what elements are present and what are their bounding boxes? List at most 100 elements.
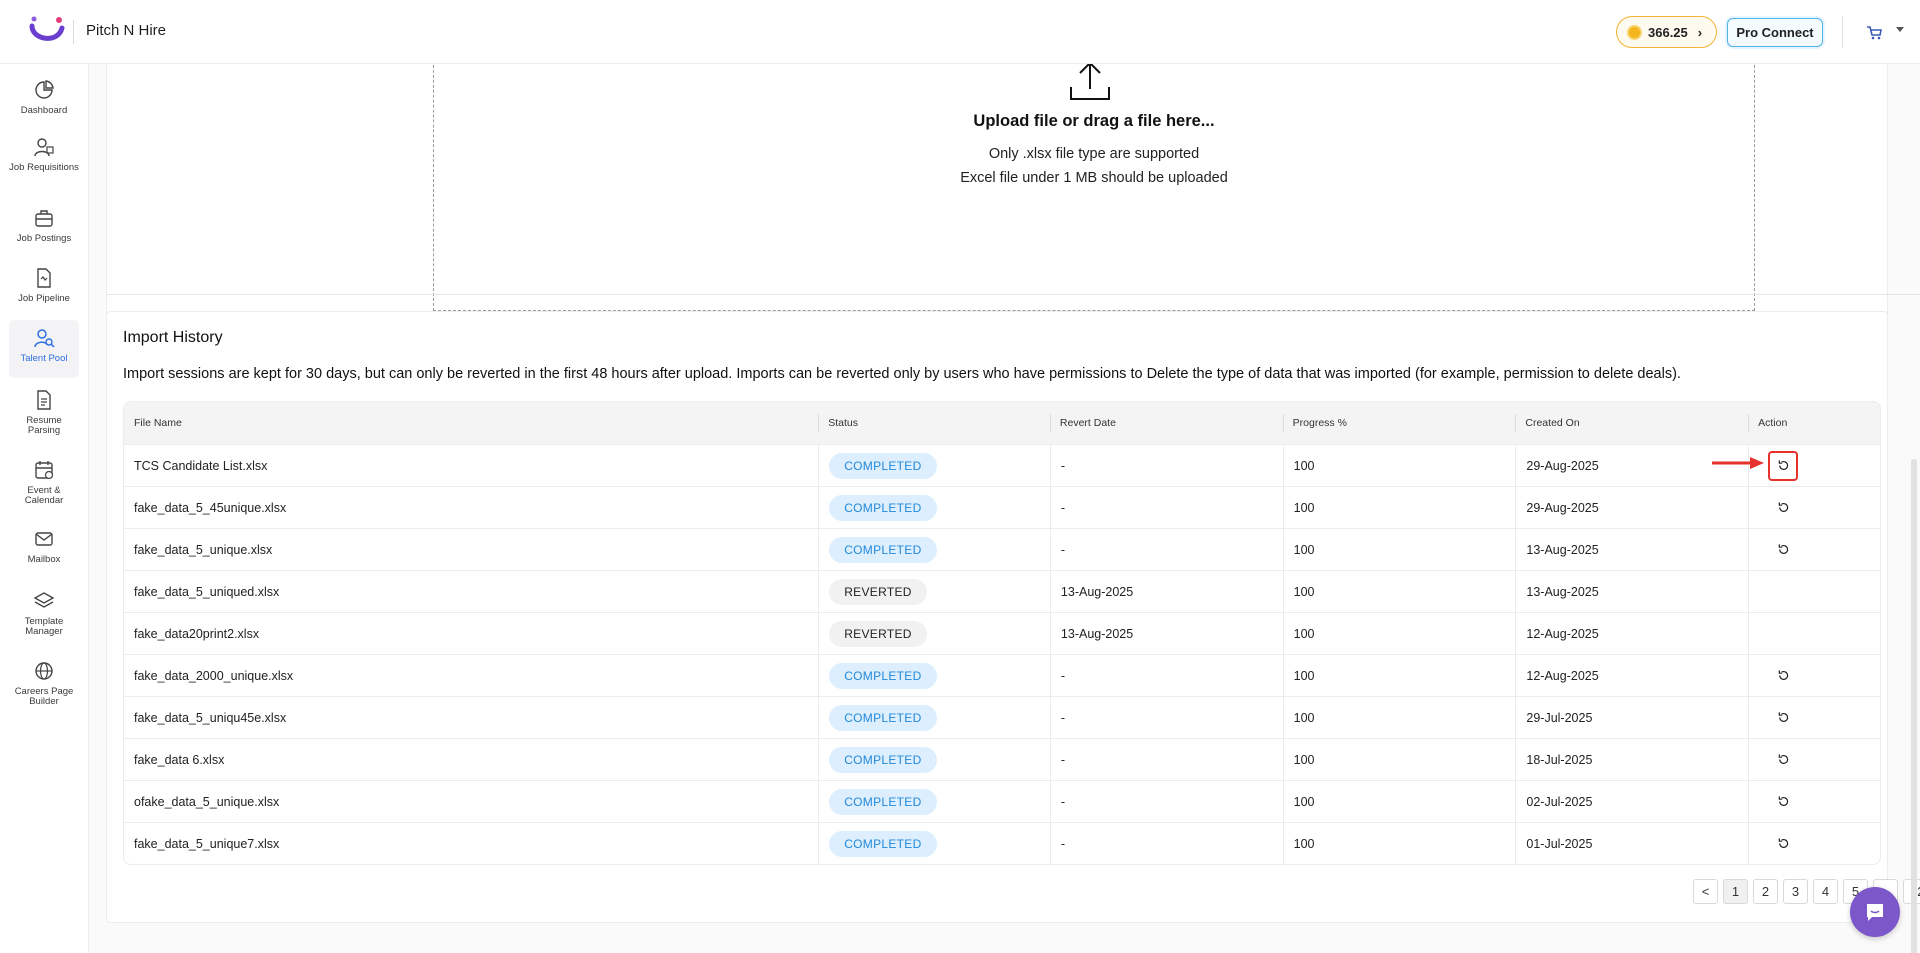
sidebar-item-job-postings[interactable]: Job Postings bbox=[9, 207, 79, 244]
status-badge: COMPLETED bbox=[829, 452, 937, 479]
revert-date-cell: 13-Aug-2025 bbox=[1049, 613, 1283, 654]
talent-pool-icon bbox=[34, 329, 55, 348]
sidebar-item-label: Job Postings bbox=[16, 233, 72, 244]
created-on-cell: 12-Aug-2025 bbox=[1515, 655, 1748, 696]
file-name-cell: fake_data_5_unique7.xlsx bbox=[134, 836, 280, 851]
import-history-title: Import History bbox=[123, 329, 223, 346]
progress-cell: 100 bbox=[1282, 487, 1516, 528]
calendar-icon bbox=[35, 461, 54, 480]
sidebar-item-label: Template Manager bbox=[24, 616, 64, 637]
brand-name: Pitch N Hire bbox=[86, 22, 167, 39]
action-cell bbox=[1748, 613, 1880, 654]
status-cell: COMPLETED bbox=[818, 697, 1050, 738]
progress-cell: 100 bbox=[1282, 739, 1516, 780]
pagination-page-2[interactable]: 2 bbox=[1753, 879, 1778, 904]
upload-note-filetype: Only .xlsx file type are supported bbox=[988, 146, 1200, 162]
created-on-cell: 12-Aug-2025 bbox=[1515, 613, 1748, 654]
status-badge: COMPLETED bbox=[829, 746, 937, 773]
page-scrollbar[interactable] bbox=[1911, 459, 1917, 953]
chevron-down-icon[interactable] bbox=[1896, 27, 1904, 32]
revert-button[interactable] bbox=[1774, 541, 1792, 559]
column-header-action: Action bbox=[1748, 402, 1880, 444]
table-row: fake_data_5_uniqu45e.xlsx COMPLETED -100 29… bbox=[124, 696, 1880, 738]
mail-icon bbox=[35, 532, 53, 546]
pagination-prev-button[interactable]: < bbox=[1693, 879, 1718, 904]
revert-button[interactable] bbox=[1774, 751, 1792, 769]
sidebar-item-event-calendar[interactable]: Event & Calendar bbox=[9, 459, 79, 506]
coin-balance-button[interactable]: 366.25 › bbox=[1616, 16, 1717, 48]
globe-icon bbox=[35, 662, 53, 680]
action-cell bbox=[1748, 529, 1880, 570]
file-name-cell: fake_data_5_uniqu45e.xlsx bbox=[134, 710, 287, 725]
revert-button[interactable] bbox=[1774, 499, 1792, 517]
logo-divider bbox=[73, 20, 74, 44]
document-icon bbox=[37, 268, 51, 288]
upload-title: Upload file or drag a file here... bbox=[973, 112, 1215, 130]
pagination-page-4[interactable]: 4 bbox=[1813, 879, 1838, 904]
revert-icon bbox=[1778, 544, 1788, 554]
resume-icon bbox=[37, 390, 51, 410]
sidebar-item-template-manager[interactable]: Template Manager bbox=[9, 590, 79, 637]
sidebar-item-resume-parsing[interactable]: Resume Parsing bbox=[9, 389, 79, 436]
action-cell bbox=[1748, 655, 1880, 696]
dashboard-icon bbox=[35, 80, 54, 99]
revert-date-cell: - bbox=[1049, 697, 1283, 738]
action-cell bbox=[1748, 445, 1880, 486]
table-row: fake_data_2000_unique.xlsx COMPLETED -100 1… bbox=[124, 654, 1880, 696]
import-history-table: File Name Status Revert Date Progress % … bbox=[123, 401, 1881, 865]
chat-support-button[interactable] bbox=[1850, 887, 1900, 937]
sidebar-item-mailbox[interactable]: Mailbox bbox=[9, 528, 79, 565]
pagination-page-3[interactable]: 3 bbox=[1783, 879, 1808, 904]
created-on-cell: 02-Jul-2025 bbox=[1515, 781, 1748, 822]
status-badge: COMPLETED bbox=[829, 536, 937, 563]
sidebar-item-job-requisitions[interactable]: Job Requisitions bbox=[9, 136, 79, 173]
status-badge: COMPLETED bbox=[829, 662, 937, 689]
revert-button[interactable] bbox=[1768, 450, 1799, 481]
coin-icon bbox=[1627, 24, 1642, 40]
status-badge: COMPLETED bbox=[829, 494, 937, 521]
import-history-description: Import sessions are kept for 30 days, bu… bbox=[123, 366, 1681, 382]
progress-cell: 100 bbox=[1282, 781, 1516, 822]
file-name-cell: fake_data_5_unique.xlsx bbox=[134, 542, 273, 557]
table-row: fake_data 6.xlsx COMPLETED -100 18-Jul-2025 bbox=[124, 738, 1880, 780]
user-menu-icon[interactable] bbox=[1864, 22, 1884, 42]
progress-cell: 100 bbox=[1282, 445, 1516, 486]
table-row: ofake_data_5_unique.xlsx COMPLETED -100 02-… bbox=[124, 780, 1880, 822]
revert-icon bbox=[1778, 838, 1788, 848]
sidebar-item-label: Talent Pool bbox=[20, 353, 68, 364]
status-badge: COMPLETED bbox=[829, 788, 937, 815]
progress-cell: 100 bbox=[1282, 529, 1516, 570]
status-cell: COMPLETED bbox=[818, 487, 1050, 528]
table-row: fake_data20print2.xlsx REVERTED 13-Aug-202… bbox=[124, 612, 1880, 654]
revert-icon bbox=[1778, 502, 1788, 512]
revert-button[interactable] bbox=[1774, 709, 1792, 727]
revert-button[interactable] bbox=[1774, 835, 1792, 853]
revert-date-cell: - bbox=[1049, 655, 1283, 696]
table-row: TCS Candidate List.xlsx COMPLETED -100 29-A… bbox=[124, 444, 1880, 486]
sidebar-item-talent-pool[interactable]: Talent Pool bbox=[9, 320, 79, 378]
revert-icon bbox=[1778, 670, 1788, 680]
pro-connect-button[interactable]: Pro Connect bbox=[1727, 18, 1823, 47]
sidebar-item-job-pipeline[interactable]: Job Pipeline bbox=[9, 267, 79, 304]
pagination-page-1[interactable]: 1 bbox=[1723, 879, 1748, 904]
file-name-cell: fake_data_2000_unique.xlsx bbox=[134, 668, 294, 683]
created-on-cell: 29-Jul-2025 bbox=[1515, 697, 1748, 738]
job-requisitions-icon bbox=[34, 138, 54, 157]
revert-date-cell: 13-Aug-2025 bbox=[1049, 571, 1283, 612]
revert-button[interactable] bbox=[1774, 667, 1792, 685]
file-dropzone[interactable]: Upload file or drag a file here... Only … bbox=[433, 64, 1755, 311]
created-on-cell: 18-Jul-2025 bbox=[1515, 739, 1748, 780]
progress-cell: 100 bbox=[1282, 571, 1516, 612]
sidebar-item-dashboard[interactable]: Dashboard bbox=[9, 79, 79, 116]
file-name-cell: fake_data 6.xlsx bbox=[134, 752, 225, 767]
created-on-cell: 13-Aug-2025 bbox=[1515, 571, 1748, 612]
sidebar-item-label: Resume Parsing bbox=[26, 415, 62, 436]
coin-balance-value: 366.25 bbox=[1648, 24, 1688, 40]
pitch-n-hire-logo[interactable] bbox=[28, 14, 66, 48]
revert-button[interactable] bbox=[1774, 793, 1792, 811]
created-on-cell: 01-Jul-2025 bbox=[1515, 823, 1748, 864]
progress-cell: 100 bbox=[1282, 823, 1516, 864]
sidebar-item-careers-page-builder[interactable]: Careers Page Builder bbox=[9, 660, 79, 707]
revert-icon bbox=[1778, 712, 1788, 722]
sidebar-item-label: Dashboard bbox=[20, 105, 68, 116]
